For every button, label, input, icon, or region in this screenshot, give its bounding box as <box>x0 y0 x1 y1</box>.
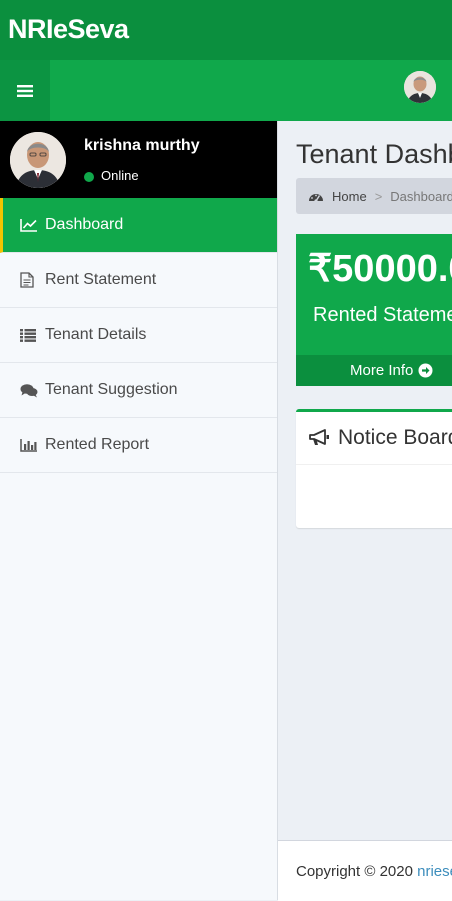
sidebar-item-rented-report[interactable]: Rented Report <box>0 418 277 473</box>
sidebar-item-tenant-suggestion[interactable]: Tenant Suggestion <box>0 363 277 418</box>
notice-board-title: Notice Board <box>338 426 452 449</box>
sidebar-item-rent-statement[interactable]: Rent Statement <box>0 253 277 308</box>
footer: Copyright © 2020 nrieseva <box>278 840 452 901</box>
breadcrumb-current: Dashboard <box>390 188 452 204</box>
sidebar-item-label: Rented Report <box>45 436 150 453</box>
arrow-circle-right-icon <box>418 363 433 378</box>
breadcrumb: Home > Dashboard <box>296 178 452 214</box>
stat-label: Rented Statement <box>313 304 452 326</box>
user-name: krishna murthy <box>84 137 200 154</box>
copyright-text: Copyright © 2020 <box>296 863 418 880</box>
more-info-link[interactable]: More Info <box>296 355 452 386</box>
menu-toggle-button[interactable] <box>0 60 50 121</box>
nav-user-avatar[interactable] <box>404 71 436 103</box>
sidebar: krishna murthy Online Dashboard Rent Sta… <box>0 121 278 900</box>
top-header: NRIeSeva <box>0 0 452 60</box>
brand-logo[interactable]: NRIeSeva <box>8 14 129 45</box>
user-panel: krishna murthy Online <box>0 121 277 198</box>
notice-board-header: Notice Board <box>296 412 452 465</box>
sidebar-item-label: Rent Statement <box>45 271 157 288</box>
rent-stat-box: ₹50000.00 Rented Statement More Info <box>296 234 452 386</box>
bar-chart-icon <box>20 436 38 454</box>
sidebar-item-dashboard[interactable]: Dashboard <box>0 198 277 253</box>
footer-link[interactable]: nrieseva <box>417 863 452 880</box>
sidebar-item-label: Tenant Suggestion <box>45 381 178 398</box>
main-content: Tenant Dashboard Home > Dashboard ₹50000… <box>278 121 452 840</box>
breadcrumb-separator: > <box>374 188 383 204</box>
bullhorn-icon <box>308 429 330 447</box>
file-text-icon <box>20 271 38 289</box>
sidebar-item-label: Tenant Details <box>45 326 147 343</box>
stat-amount: ₹50000.00 <box>308 248 452 290</box>
user-avatar <box>10 132 66 188</box>
hamburger-icon <box>17 84 33 97</box>
sidebar-menu: Dashboard Rent Statement Tenant Details … <box>0 198 277 473</box>
navbar <box>0 60 452 121</box>
list-icon <box>20 326 38 344</box>
sidebar-item-tenant-details[interactable]: Tenant Details <box>0 308 277 363</box>
footer-copyright: Copyright © 2020 nrieseva <box>296 863 452 880</box>
dashboard-icon <box>308 190 324 202</box>
breadcrumb-home-link[interactable]: Home <box>332 189 367 204</box>
user-status: Online <box>101 168 139 183</box>
page-title: Tenant Dashboard <box>296 139 452 169</box>
line-chart-icon <box>20 216 38 234</box>
online-status-icon <box>84 172 94 182</box>
notice-board-panel: Notice Board <box>296 409 452 528</box>
comments-icon <box>20 381 38 399</box>
sidebar-item-label: Dashboard <box>45 216 124 233</box>
more-info-label: More Info <box>350 362 414 379</box>
